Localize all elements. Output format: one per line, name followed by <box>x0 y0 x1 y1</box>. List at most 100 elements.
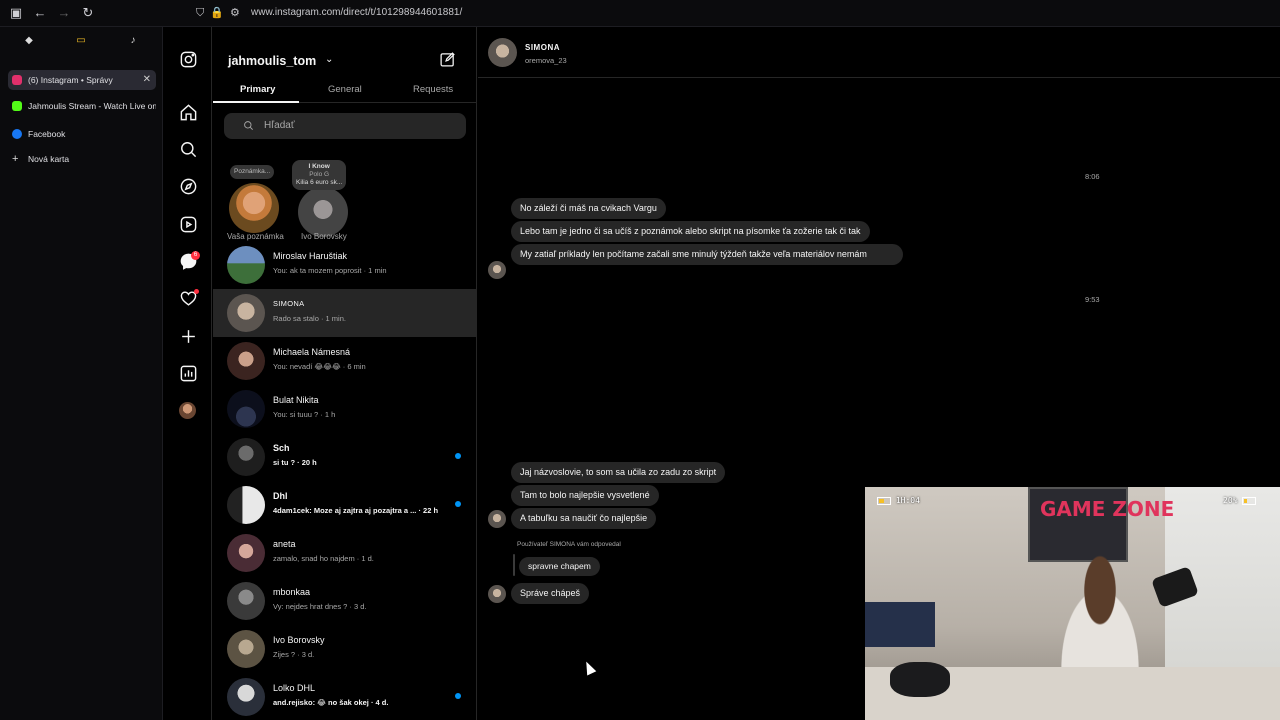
battery-left-text: 1H:04 <box>895 496 920 505</box>
battery-left-readout: 1H:04 <box>877 496 920 505</box>
conversation-row[interactable]: aneta zamalo, snad ho najdem · 1 d. <box>213 529 476 577</box>
message-bubble[interactable]: Tam to bolo najlepšie vysvetlené <box>511 485 659 506</box>
home-icon[interactable] <box>177 101 199 123</box>
conversation-name: Miroslav Haruštiak <box>273 251 348 261</box>
ivo-note-avatar <box>298 187 348 237</box>
conversation-preview: You: ak ta mozem poprosit · 1 min <box>273 266 387 275</box>
chat-header: SIMONA oremova_23 <box>478 27 1280 78</box>
reload-icon[interactable]: ↻ <box>81 6 95 20</box>
conversation-row[interactable]: Bulat Nikita You: si tuuu ? · 1 h <box>213 385 476 433</box>
webcam-monitor <box>865 602 935 647</box>
facebook-favicon-icon <box>12 129 22 139</box>
conversation-preview: Rado sa stalo · 1 min. <box>273 314 346 323</box>
conversation-preview: You: si tuuu ? · 1 h <box>273 410 336 419</box>
avatar <box>227 486 265 524</box>
reply-bar <box>513 554 515 576</box>
conversation-preview: Zijes ? · 3 d. <box>273 650 315 659</box>
conversation-name: Ivo Borovsky <box>273 635 325 645</box>
avatar <box>227 294 265 332</box>
instagram-logo-icon[interactable] <box>177 48 199 70</box>
pinned-tab-3[interactable]: ♪ <box>116 32 150 50</box>
sender-avatar <box>488 585 506 603</box>
back-icon[interactable]: ← <box>33 6 47 20</box>
note-label: Ivo Borovsky <box>301 232 347 241</box>
message-bubble[interactable]: My zatiaľ príklady len počítame začali s… <box>511 244 903 265</box>
conversation-preview: and.rejisko: 😂 no šak okej · 4 d. <box>273 698 389 707</box>
message-bubble[interactable]: Správe chápeš <box>511 583 590 604</box>
tab-label: (6) Instagram • Správy <box>28 75 113 85</box>
unread-dot <box>455 453 461 459</box>
compose-icon[interactable] <box>439 51 456 68</box>
conversation-preview: si tu ? · 20 h <box>273 458 317 467</box>
instagram-favicon-icon <box>12 75 22 85</box>
avatar <box>227 342 265 380</box>
conversation-preview: Vy: nejdes hrat dnes ? · 3 d. <box>273 602 367 611</box>
conversation-row[interactable]: Dhl 4dam1cek: Moze aj zajtra aj pozajtra… <box>213 481 476 529</box>
note-bubble: Poznámka... <box>230 165 275 180</box>
replied-message[interactable]: spravne chapem <box>519 557 600 576</box>
conversation-name: Dhl <box>273 491 288 501</box>
chat-contact-name[interactable]: SIMONA <box>525 43 560 52</box>
tab-label: Nová karta <box>28 154 70 164</box>
conversation-row[interactable]: Lolko DHL and.rejisko: 😂 no šak okej · 4… <box>213 673 476 720</box>
avatar <box>227 438 265 476</box>
own-note-avatar <box>229 183 279 233</box>
explore-icon[interactable] <box>177 175 199 197</box>
message-bubble[interactable]: A tabuľku sa naučiť čo najlepšie <box>511 508 657 529</box>
conversation-preview: zamalo, snad ho najdem · 1 d. <box>273 554 374 563</box>
conversation-row[interactable]: Ivo Borovsky Zijes ? · 3 d. <box>213 625 476 673</box>
create-icon[interactable] <box>177 325 199 347</box>
tab-requests[interactable]: Requests <box>413 84 453 95</box>
message-bubble[interactable]: No záleží či máš na cvikach Vargu <box>511 198 666 219</box>
conversation-name: Bulat Nikita <box>273 395 319 405</box>
conversation-row[interactable]: Sch si tu ? · 20 h <box>213 433 476 481</box>
account-username[interactable]: jahmoulis_tom <box>228 54 316 68</box>
pinned-tab-1[interactable]: ◆ <box>12 32 46 50</box>
conversation-preview: You: nevadí 😂😂😂 · 6 min <box>273 362 366 371</box>
conversation-preview: 4dam1cek: Moze aj zajtra aj pozajtra a .… <box>273 506 439 515</box>
battery-icon <box>1242 496 1257 505</box>
chat-avatar[interactable] <box>488 38 517 67</box>
search-input[interactable]: Hľadať <box>224 113 466 139</box>
avatar <box>227 390 265 428</box>
battery-right-readout: 20% <box>1223 496 1257 505</box>
conversation-list-panel: jahmoulis_tom ⌄ Primary General Requests… <box>213 27 477 720</box>
browser-tab-instagram[interactable]: (6) Instagram • Správy ✕ <box>8 70 156 90</box>
conversation-row[interactable]: Miroslav Haruštiak You: ak ta mozem popr… <box>213 241 476 289</box>
avatar <box>227 534 265 572</box>
tab-general[interactable]: General <box>328 84 362 95</box>
url-bar[interactable]: www.instagram.com/direct/t/1012989446018… <box>251 7 462 18</box>
note-bubble: I Know Polo G Kilia 6 euro sk... <box>292 160 347 191</box>
sidebar-toggle-icon[interactable]: ▣ <box>9 6 23 20</box>
tab-primary[interactable]: Primary <box>240 84 275 95</box>
chevron-down-icon[interactable]: ⌄ <box>325 54 333 65</box>
reply-label: Používateľ SIMONA vám odpovedal <box>517 541 621 548</box>
close-icon[interactable]: ✕ <box>143 70 151 90</box>
search-icon[interactable] <box>177 138 199 160</box>
dashboard-icon[interactable] <box>177 362 199 384</box>
conversation-name: Michaela Námesná <box>273 347 351 357</box>
browser-tab-facebook[interactable]: Facebook <box>8 124 156 144</box>
avatar <box>227 246 265 284</box>
profile-avatar[interactable] <box>179 402 196 419</box>
plus-icon: + <box>12 153 19 165</box>
browser-tab-kick[interactable]: Jahmoulis Stream - Watch Live on K <box>8 96 156 116</box>
url-security-icons[interactable]: ⛉🔒⚙ <box>196 6 246 20</box>
conversation-name: aneta <box>273 539 296 549</box>
browser-tab-sidebar: ◆ ▭ ♪ (6) Instagram • Správy ✕ Jahmoulis… <box>0 27 163 720</box>
pinned-tab-2[interactable]: ▭ <box>64 32 98 50</box>
kick-favicon-icon <box>12 101 22 111</box>
conversation-row[interactable]: Michaela Námesná You: nevadí 😂😂😂 · 6 min <box>213 337 476 385</box>
conversation-row[interactable]: SIMONA Rado sa stalo · 1 min. <box>213 289 476 337</box>
reels-icon[interactable] <box>177 213 199 235</box>
browser-tab-new[interactable]: + Nová karta <box>8 149 156 169</box>
chat-contact-handle: oremova_23 <box>525 56 567 65</box>
note-song-artist: Polo G <box>309 171 330 179</box>
search-placeholder: Hľadať <box>264 120 295 131</box>
message-bubble[interactable]: Jaj názvoslovie, to som sa učila zo zadu… <box>511 462 726 483</box>
conversation-row[interactable]: mbonkaa Vy: nejdes hrat dnes ? · 3 d. <box>213 577 476 625</box>
message-bubble[interactable]: Lebo tam je jedno či sa učíš z poznámok … <box>511 221 870 242</box>
note-text: Kilia 6 euro sk... <box>296 179 343 187</box>
sender-avatar <box>488 261 506 279</box>
forward-icon[interactable]: → <box>57 6 71 20</box>
